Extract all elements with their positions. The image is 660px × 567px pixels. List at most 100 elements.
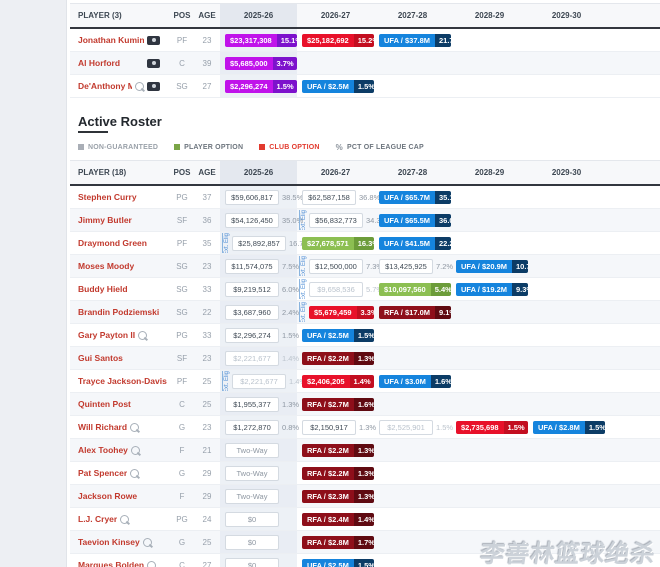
salary-cell: $11,574,0757.5% <box>220 255 297 277</box>
legend-label: PLAYER OPTION <box>184 144 243 151</box>
player-name-link[interactable]: L.J. Cryer <box>78 514 117 524</box>
player-note-icon[interactable] <box>130 469 139 478</box>
player-option-swatch-icon <box>174 144 180 150</box>
salary-cell <box>528 508 605 530</box>
player-note-icon[interactable] <box>120 515 129 524</box>
position-cell: PF <box>170 239 194 248</box>
player-name-link[interactable]: Stephen Curry <box>78 192 137 202</box>
player-note-icon[interactable] <box>147 561 156 567</box>
salary-cell <box>451 52 528 74</box>
rfa-salary-badge: RFA / $2.3M1.3% <box>302 490 374 503</box>
badge-value: RFA / $2.2M <box>302 467 354 480</box>
salary-cell <box>451 29 528 51</box>
position-cell: C <box>170 400 194 409</box>
player-row: Jimmy ButlerSF36$54,126,45035.0%Ext. Eli… <box>70 209 660 232</box>
year-column-header[interactable]: 2027-28 <box>374 11 451 20</box>
year-column-header[interactable]: 2026-27 <box>297 11 374 20</box>
expiring-contracts-table: PLAYER (3)POSAGE2025-262026-272027-28202… <box>70 3 660 98</box>
age-cell: 25 <box>194 377 220 386</box>
salary-box: Two-Way <box>225 489 279 504</box>
badge-value: $5,685,000 <box>225 57 273 70</box>
year-column-header[interactable]: 2029-30 <box>528 11 605 20</box>
age-column-header[interactable]: AGE <box>194 168 220 177</box>
player-name-link[interactable]: Will Richard <box>78 422 127 432</box>
badge-cap-pct: 10.7% <box>512 260 528 273</box>
player-name-link[interactable]: Al Horford <box>78 58 120 68</box>
player-name-link[interactable]: Jonathan Kuminga <box>78 35 144 45</box>
player-name-link[interactable]: Marques Bolden <box>78 560 144 567</box>
badge-value: UFA / $3.0M <box>379 375 431 388</box>
salary-cell: Two-Way <box>220 462 297 484</box>
salary-cell: $3,687,9602.4% <box>220 301 297 323</box>
age-cell: 22 <box>194 308 220 317</box>
player-name-link[interactable]: Jackson Rowe <box>78 491 137 501</box>
player-name-link[interactable]: Jimmy Butler <box>78 215 132 225</box>
position-cell: F <box>170 446 194 455</box>
legend-item-player-option: PLAYER OPTION <box>174 144 243 151</box>
year-column-header[interactable]: 2027-28 <box>374 168 451 177</box>
year-column-header[interactable]: 2028-29 <box>451 11 528 20</box>
player-name-link[interactable]: Quinten Post <box>78 399 131 409</box>
year-column-header[interactable]: 2025-26 <box>220 161 297 184</box>
player-name-link[interactable]: De'Anthony Melton <box>78 81 132 91</box>
badge-value: RFA / $17.0M <box>379 306 435 319</box>
age-column-header[interactable]: AGE <box>194 11 220 20</box>
player-note-icon[interactable] <box>130 423 139 432</box>
player-name-link[interactable]: Buddy Hield <box>78 284 128 294</box>
player-column-header[interactable]: PLAYER (3) <box>70 11 170 20</box>
salary-cell <box>451 232 528 254</box>
salary-cell <box>528 29 605 51</box>
badge-cap-pct: 1.5% <box>504 421 528 434</box>
player-name-link[interactable]: Gary Payton II <box>78 330 135 340</box>
player-name-link[interactable]: Pat Spencer <box>78 468 127 478</box>
salary-box: $9,219,512 <box>225 282 279 297</box>
player-name-link[interactable]: Brandin Podziemski <box>78 307 159 317</box>
badge-cap-pct: 1.4% <box>350 375 374 388</box>
player-name-link[interactable]: Gui Santos <box>78 353 123 363</box>
player-cell: Buddy Hield <box>70 278 170 300</box>
year-column-header[interactable]: 2025-26 <box>220 4 297 27</box>
badge-cap-pct: 9.3% <box>512 283 528 296</box>
salary-cell <box>374 462 451 484</box>
ufa-salary-badge: UFA / $37.8M21.7% <box>379 34 451 47</box>
position-cell: SF <box>170 216 194 225</box>
salary-cell: UFA / $41.5M22.2% <box>374 232 451 254</box>
salary-box: $2,525,901 <box>379 420 433 435</box>
badge-value: $27,678,571 <box>302 237 354 250</box>
year-column-header[interactable]: 2026-27 <box>297 168 374 177</box>
player-cell: Alex Toohey <box>70 439 170 461</box>
salary-box: $0 <box>225 535 279 550</box>
rfa-salary-badge: RFA / $2.2M1.3% <box>302 444 374 457</box>
badge-cap-pct: 9.1% <box>435 306 451 319</box>
salary-box: $56,832,773 <box>309 213 363 228</box>
salary-cell <box>528 301 605 323</box>
player-row: Trayce Jackson-DavisPF25Ext. Elig.$2,221… <box>70 370 660 393</box>
player-note-icon[interactable] <box>138 331 147 340</box>
player-name-link[interactable]: Draymond Green <box>78 238 147 248</box>
player-name-link[interactable]: Taevion Kinsey <box>78 537 140 547</box>
salary-cell: $0 <box>220 531 297 553</box>
player-name-link[interactable]: Trayce Jackson-Davis <box>78 376 167 386</box>
age-cell: 37 <box>194 193 220 202</box>
player-note-icon[interactable] <box>131 446 140 455</box>
year-column-header[interactable]: 2029-30 <box>528 168 605 177</box>
position-cell: PF <box>170 36 194 45</box>
salary-cell <box>528 439 605 461</box>
player-name-link[interactable]: Alex Toohey <box>78 445 128 455</box>
salary-cell: RFA / $2.8M1.7% <box>297 531 374 553</box>
salary-box: $25,892,857 <box>232 236 286 251</box>
player-note-icon[interactable] <box>143 538 152 547</box>
player-row: Gui SantosSF23$2,221,6771.4%RFA / $2.2M1… <box>70 347 660 370</box>
salary-cell: $2,221,6771.4% <box>220 347 297 369</box>
player-note-icon[interactable] <box>135 82 144 91</box>
pos-column-header[interactable]: POS <box>170 168 194 177</box>
salary-box: $1,955,377 <box>225 397 279 412</box>
year-column-header[interactable]: 2028-29 <box>451 168 528 177</box>
player-column-header[interactable]: PLAYER (18) <box>70 168 170 177</box>
badge-cap-pct: 15.2% <box>354 34 374 47</box>
player-row: Alex TooheyF21Two-WayRFA / $2.2M1.3% <box>70 439 660 462</box>
pos-column-header[interactable]: POS <box>170 11 194 20</box>
player-name-link[interactable]: Moses Moody <box>78 261 134 271</box>
player-row: L.J. CryerPG24$0RFA / $2.4M1.4% <box>70 508 660 531</box>
salary-box: $11,574,075 <box>225 259 279 274</box>
